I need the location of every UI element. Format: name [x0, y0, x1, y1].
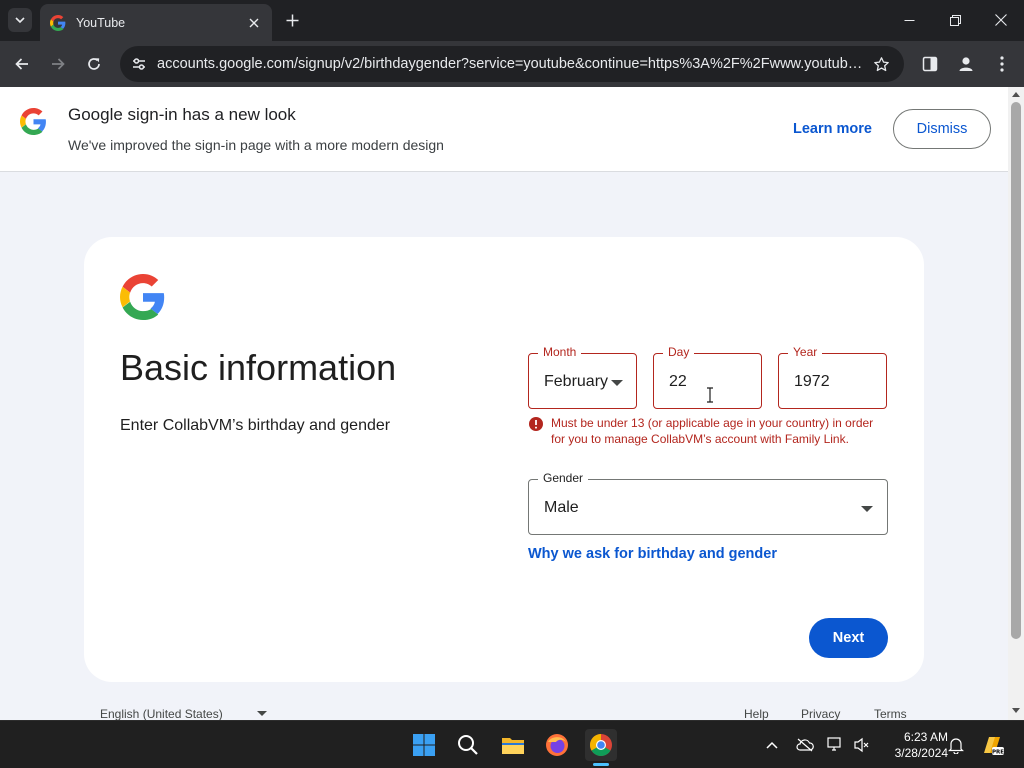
search-icon[interactable] — [452, 729, 484, 761]
restore-icon[interactable] — [942, 8, 968, 32]
svg-text:PRE: PRE — [992, 750, 1004, 756]
year-input[interactable]: Year 1972 — [778, 345, 887, 409]
cloud-offline-icon[interactable] — [795, 735, 815, 755]
google-logo-icon — [20, 108, 46, 135]
browser-tab-youtube[interactable]: YouTube — [40, 4, 272, 41]
minimize-icon[interactable] — [896, 8, 922, 32]
error-message: Must be under 13 (or applicable age in y… — [551, 416, 874, 446]
dismiss-button[interactable]: Dismiss — [893, 109, 991, 149]
close-window-icon[interactable] — [988, 8, 1014, 32]
learn-more-link[interactable]: Learn more — [793, 121, 872, 137]
forward-arrow-icon[interactable] — [46, 52, 70, 76]
day-label: Day — [663, 345, 695, 359]
privacy-link[interactable]: Privacy — [801, 707, 840, 720]
notification-bell-icon[interactable] — [946, 735, 966, 755]
gender-select[interactable]: Gender Male — [528, 471, 888, 535]
gender-value: Male — [544, 499, 579, 516]
active-app-indicator — [593, 763, 609, 766]
scroll-down-arrow-icon[interactable] — [1012, 708, 1020, 713]
chevron-down-icon — [15, 17, 25, 24]
system-clock[interactable]: 6:23 AM 3/28/2024 — [878, 729, 948, 761]
scroll-up-arrow-icon[interactable] — [1012, 92, 1020, 97]
tab-close-icon[interactable] — [246, 15, 262, 31]
signup-card: Basic information Enter CollabVM’s birth… — [84, 237, 924, 682]
url-text[interactable]: accounts.google.com/signup/v2/birthdayge… — [157, 56, 864, 72]
why-we-ask-link[interactable]: Why we ask for birthday and gender — [528, 546, 777, 562]
clock-date: 3/28/2024 — [894, 746, 948, 760]
year-label: Year — [788, 345, 823, 359]
firefox-icon[interactable] — [541, 729, 573, 761]
error-icon — [529, 417, 543, 431]
month-label: Month — [538, 345, 582, 359]
windows-start-icon[interactable] — [408, 729, 440, 761]
help-link[interactable]: Help — [744, 707, 769, 720]
month-value: February — [544, 373, 609, 390]
page-title: Basic information — [120, 347, 397, 388]
browser-tab-bar: YouTube — [0, 0, 1024, 41]
scrollbar-thumb[interactable] — [1011, 102, 1021, 639]
network-icon[interactable] — [826, 735, 846, 755]
address-bar[interactable]: accounts.google.com/signup/v2/birthdayge… — [120, 46, 904, 82]
copilot-pre-icon[interactable]: PRE — [980, 733, 1004, 757]
month-select[interactable]: Month February — [528, 345, 637, 409]
file-explorer-icon[interactable] — [497, 729, 529, 761]
year-value: 1972 — [794, 373, 830, 390]
next-button[interactable]: Next — [809, 618, 888, 658]
browser-toolbar: accounts.google.com/signup/v2/birthdayge… — [0, 41, 1024, 87]
volume-muted-icon[interactable] — [852, 735, 872, 755]
terms-link[interactable]: Terms — [874, 707, 907, 720]
google-logo-icon — [120, 274, 165, 320]
page-scrollbar[interactable] — [1008, 87, 1024, 720]
bookmark-star-icon[interactable] — [870, 53, 892, 75]
gender-label: Gender — [538, 471, 589, 485]
new-look-banner: Google sign-in has a new look We've impr… — [0, 87, 1008, 172]
more-menu-icon[interactable] — [990, 52, 1014, 76]
day-value: 22 — [669, 373, 687, 390]
profile-icon[interactable] — [954, 52, 978, 76]
chevron-up-icon[interactable] — [762, 735, 782, 755]
google-favicon-icon — [50, 14, 66, 31]
page-footer: English (United States) Help Privacy Ter… — [0, 699, 1008, 720]
dropdown-caret-icon — [861, 506, 873, 512]
dropdown-caret-icon[interactable] — [257, 711, 267, 716]
side-panel-icon[interactable] — [918, 52, 942, 76]
site-info-tune-icon[interactable] — [128, 53, 150, 75]
text-cursor-icon — [707, 387, 713, 403]
page-subtitle: Enter CollabVM’s birthday and gender — [120, 417, 391, 434]
day-input[interactable]: Day 22 — [653, 345, 762, 409]
chrome-icon[interactable] — [585, 729, 617, 761]
dropdown-caret-icon — [611, 380, 623, 386]
language-selector[interactable]: English (United States) — [100, 707, 223, 720]
banner-title: Google sign-in has a new look — [68, 105, 296, 124]
banner-subtitle: We've improved the sign-in page with a m… — [68, 137, 444, 153]
reload-icon[interactable] — [82, 52, 106, 76]
windows-taskbar: 6:23 AM 3/28/2024 PRE — [0, 720, 1024, 768]
new-tab-plus-icon[interactable] — [282, 10, 302, 30]
back-arrow-icon[interactable] — [10, 52, 34, 76]
page-content: Google sign-in has a new look We've impr… — [0, 87, 1008, 720]
clock-time: 6:23 AM — [903, 730, 948, 744]
tab-title: YouTube — [76, 15, 126, 30]
birthday-error: Must be under 13 (or applicable age in y… — [528, 415, 878, 447]
tab-search-button[interactable] — [8, 8, 32, 32]
